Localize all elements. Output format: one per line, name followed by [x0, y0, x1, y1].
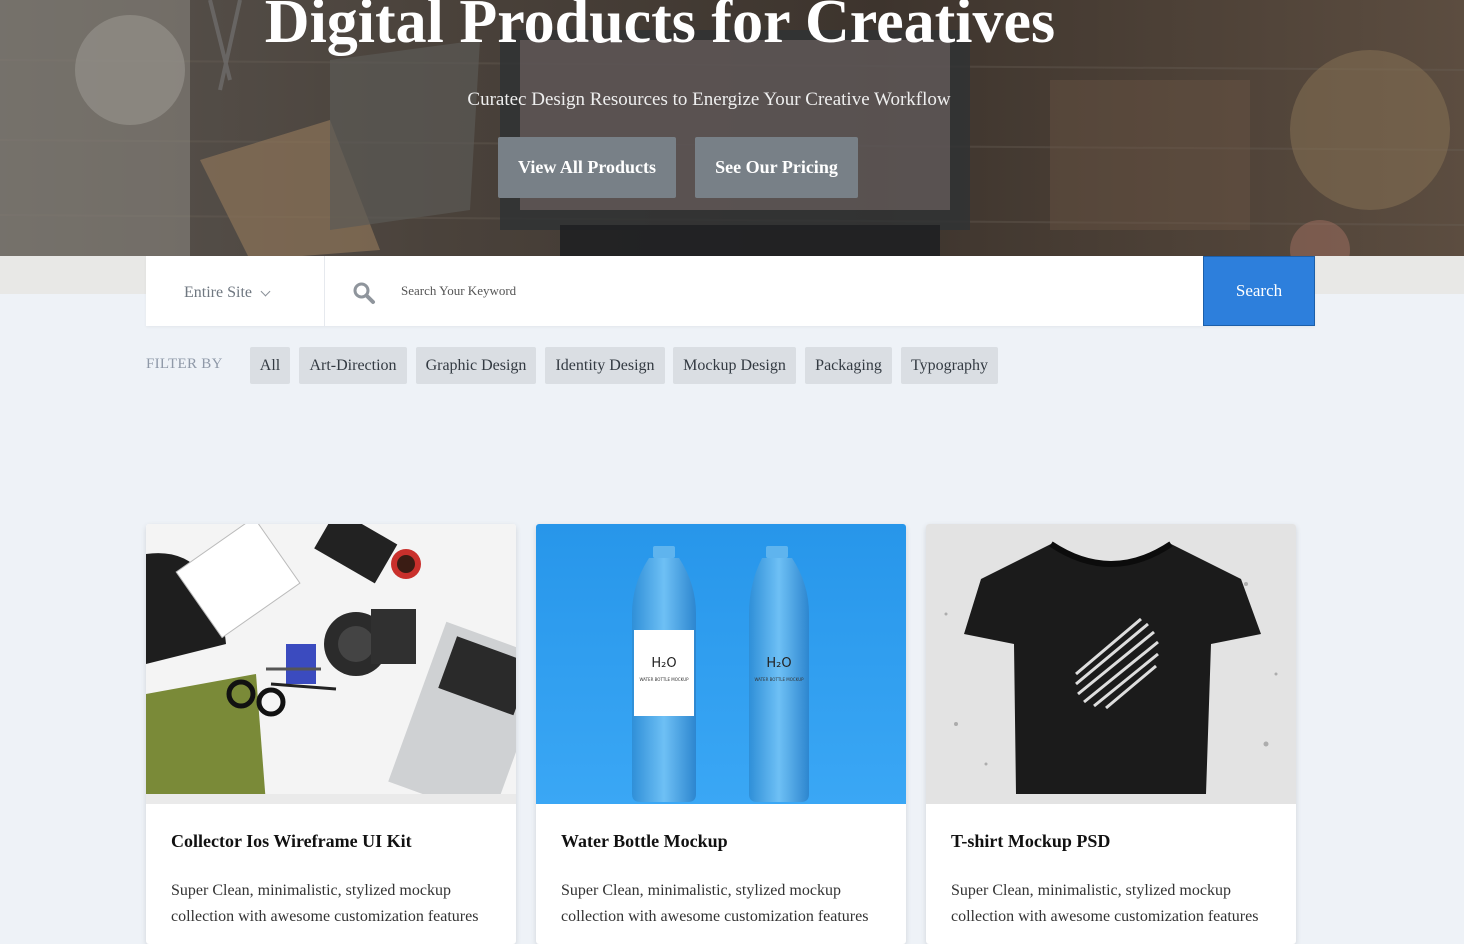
filter-chip-art-direction[interactable]: Art-Direction [299, 347, 407, 384]
product-image-workspace-flatlay [146, 524, 516, 804]
product-image-water-bottles: H₂O WATER BOTTLE MOCKUP H₂O WATER BOTTLE… [536, 524, 906, 804]
svg-text:WATER BOTTLE MOCKUP: WATER BOTTLE MOCKUP [754, 677, 804, 682]
search-input[interactable] [386, 271, 1216, 311]
bottle-sub-text: WATER BOTTLE MOCKUP [639, 677, 689, 682]
search-bar: Entire Site Search [146, 256, 1315, 326]
product-title[interactable]: Water Bottle Mockup [561, 831, 728, 852]
bottle-label-text: H₂O [651, 656, 676, 671]
bottle-right: H₂O WATER BOTTLE MOCKUP [749, 546, 809, 802]
hero-title: Digital Products for Creatives [264, 0, 1056, 56]
product-card[interactable]: H₂O WATER BOTTLE MOCKUP H₂O WATER BOTTLE… [536, 524, 906, 944]
filter-chip-mockup-design[interactable]: Mockup Design [673, 347, 796, 384]
product-title[interactable]: Collector Ios Wireframe UI Kit [171, 831, 412, 852]
view-all-products-button[interactable]: View All Products [498, 137, 676, 198]
product-description: Super Clean, minimalistic, stylized mock… [171, 882, 479, 925]
product-card[interactable]: T-shirt Mockup PSD Super Clean, minimali… [926, 524, 1296, 944]
filter-chip-typography[interactable]: Typography [901, 347, 998, 384]
svg-text:H₂O: H₂O [766, 656, 791, 671]
bottle-left: H₂O WATER BOTTLE MOCKUP [632, 546, 696, 802]
filter-chip-graphic-design[interactable]: Graphic Design [416, 347, 536, 384]
search-scope-label: Entire Site [184, 284, 252, 301]
filter-by-label: FILTER BY [146, 356, 223, 372]
filter-chip-identity-design[interactable]: Identity Design [545, 347, 665, 384]
product-card[interactable]: Collector Ios Wireframe UI Kit Super Cle… [146, 524, 516, 944]
filter-chip-packaging[interactable]: Packaging [805, 347, 892, 384]
filter-chip-all[interactable]: All [250, 347, 290, 384]
see-our-pricing-button[interactable]: See Our Pricing [695, 137, 858, 198]
search-icon [353, 282, 375, 304]
search-button[interactable]: Search [1203, 256, 1315, 326]
product-description: Super Clean, minimalistic, stylized mock… [561, 882, 869, 925]
search-scope-dropdown[interactable]: Entire Site [146, 256, 325, 326]
hero-banner: Digital Products for Creatives Curatec D… [0, 0, 1464, 294]
chevron-down-icon [260, 286, 271, 297]
product-description: Super Clean, minimalistic, stylized mock… [951, 882, 1259, 925]
product-title[interactable]: T-shirt Mockup PSD [951, 831, 1110, 852]
product-image-tshirt [926, 524, 1296, 804]
hero-subtitle: Curatec Design Resources to Energize You… [467, 89, 951, 110]
